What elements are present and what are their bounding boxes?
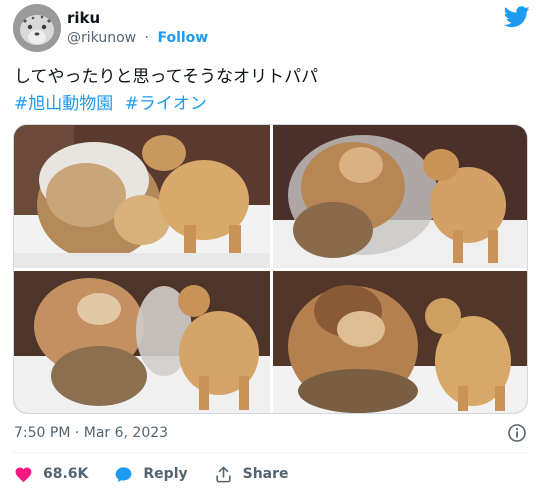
photo-grid	[13, 124, 528, 414]
share-label: Share	[242, 466, 289, 482]
tweet-timestamp[interactable]: 7:50 PM · Mar 6, 2023	[14, 425, 168, 441]
share-button[interactable]: Share	[214, 465, 289, 484]
avatar[interactable]	[13, 4, 61, 52]
action-bar: 68.6K Reply Share	[14, 464, 315, 484]
tweet-card: riku @rikunow · Follow してやったりと思ってそうなオリトパ…	[0, 0, 544, 489]
like-button[interactable]: 68.6K	[14, 465, 88, 484]
like-count: 68.6K	[43, 466, 89, 482]
tweet-text: してやったりと思ってそうなオリトパパ	[14, 67, 319, 87]
follow-button[interactable]: Follow	[157, 30, 208, 46]
photo-3[interactable]	[14, 271, 270, 413]
hashtags: #旭山動物園 #ライオン	[14, 91, 207, 118]
separator: ·	[144, 30, 149, 46]
divider	[13, 452, 528, 453]
reply-button[interactable]: Reply	[114, 465, 188, 484]
display-name[interactable]: riku	[67, 9, 100, 27]
reply-label: Reply	[143, 466, 188, 482]
photo-1[interactable]	[14, 125, 270, 268]
hashtag-link[interactable]: #旭山動物園	[14, 94, 113, 114]
hashtag-link[interactable]: #ライオン	[125, 94, 207, 114]
handle-row: @rikunow · Follow	[67, 30, 208, 46]
info-icon[interactable]	[507, 423, 527, 443]
share-icon	[216, 466, 231, 482]
reply-bubble-icon	[115, 466, 132, 482]
photo-2[interactable]	[273, 125, 527, 268]
twitter-bird-icon[interactable]	[504, 6, 530, 28]
handle[interactable]: @rikunow	[67, 30, 136, 46]
photo-4[interactable]	[273, 271, 527, 413]
heart-icon	[15, 467, 32, 482]
